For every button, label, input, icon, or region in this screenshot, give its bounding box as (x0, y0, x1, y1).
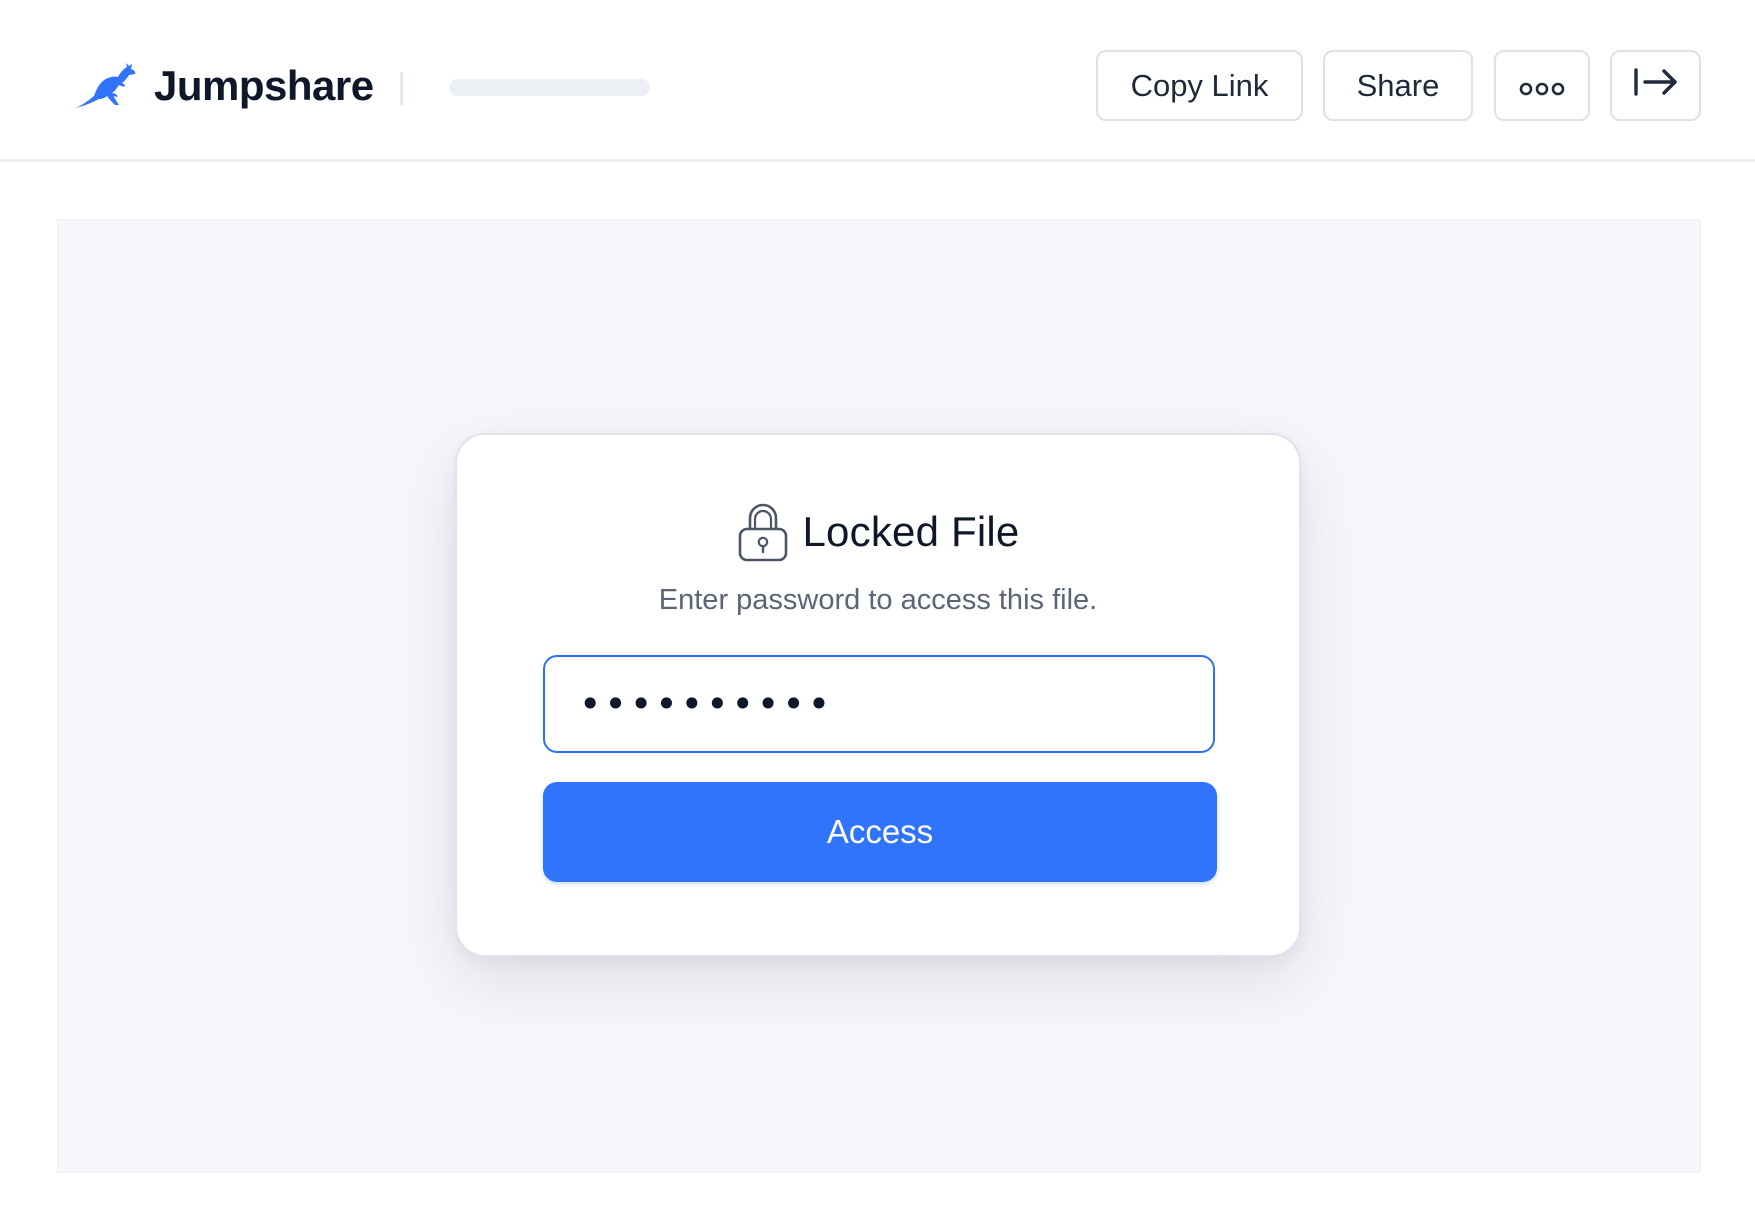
password-input[interactable] (543, 655, 1215, 753)
card-title: Locked File (802, 508, 1020, 555)
access-button[interactable]: Access (543, 782, 1217, 882)
card-subtitle: Enter password to access this file. (658, 584, 1098, 616)
copy-link-label: Copy Link (1130, 67, 1269, 103)
exit-button[interactable] (1610, 50, 1701, 121)
kangaroo-logo-icon (72, 61, 138, 111)
exit-arrow-icon (1633, 67, 1679, 105)
more-options-button[interactable] (1494, 50, 1590, 121)
lock-icon (737, 501, 789, 563)
brand-name: Jumpshare (154, 62, 374, 109)
share-button[interactable]: Share (1323, 50, 1473, 121)
share-label: Share (1356, 67, 1440, 103)
card-title-row: Locked File (457, 501, 1299, 563)
brand[interactable]: Jumpshare (72, 58, 374, 114)
top-header: Jumpshare Copy Link Share (0, 0, 1755, 162)
header-divider (400, 72, 403, 106)
locked-file-card: Locked File Enter password to access thi… (455, 433, 1301, 957)
copy-link-button[interactable]: Copy Link (1096, 50, 1303, 121)
file-title-placeholder (449, 79, 650, 96)
access-label: Access (826, 813, 934, 850)
more-dots-icon (1519, 68, 1565, 104)
